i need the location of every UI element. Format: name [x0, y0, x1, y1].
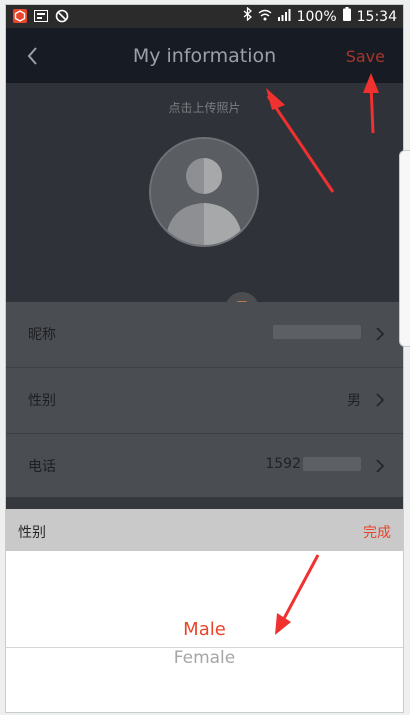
phone-value: 1592: [265, 456, 361, 472]
wifi-icon: [258, 8, 272, 26]
picker-title: 性别: [18, 525, 46, 541]
battery-percent: 100%: [296, 8, 337, 25]
gender-picker[interactable]: Male Female: [6, 551, 403, 712]
signal-icon: [277, 8, 291, 26]
nickname-value: [273, 324, 361, 340]
bluetooth-icon: [243, 6, 252, 26]
blocked-icon: [54, 8, 69, 23]
sim-card-icon: [33, 8, 48, 23]
upload-photo-hint[interactable]: 点击上传照片: [6, 99, 403, 116]
list-item-phone[interactable]: 电话 1592: [6, 434, 403, 500]
clock: 15:34: [356, 8, 397, 25]
status-bar: 100% 15:34: [6, 5, 403, 28]
page-title: My information: [132, 45, 277, 67]
save-button[interactable]: Save: [346, 47, 385, 66]
list-item-nickname[interactable]: 昵称: [6, 302, 403, 368]
avatar[interactable]: [149, 137, 259, 247]
profile-header: 点击上传照片: [6, 83, 403, 326]
redacted-value: [273, 325, 361, 339]
chevron-right-icon: [376, 327, 385, 341]
chevron-right-icon: [376, 393, 385, 407]
app-notification-icon: [12, 8, 27, 23]
nav-bar: My information Save: [6, 28, 403, 83]
phone-label: 电话: [28, 459, 56, 475]
list-item-gender[interactable]: 性别 男: [6, 368, 403, 434]
default-user-icon: [151, 139, 257, 245]
info-list: 昵称 性别 男 电话 1592: [6, 302, 403, 500]
chevron-right-icon: [376, 459, 385, 473]
done-button[interactable]: 完成: [363, 522, 391, 542]
redacted-value: [303, 457, 361, 471]
battery-icon: [342, 7, 351, 26]
picker-option-male[interactable]: Male: [6, 619, 403, 640]
picker-toolbar: 性别 完成: [6, 509, 403, 551]
gender-label: 性别: [28, 393, 56, 409]
dimmed-gap: [6, 497, 403, 509]
phone-screen: 100% 15:34 My information Save 点击上传照片 昵称…: [6, 5, 403, 712]
picker-option-female[interactable]: Female: [6, 648, 403, 668]
nickname-label: 昵称: [28, 327, 56, 343]
gender-value: 男: [347, 393, 361, 409]
edge-panel-handle[interactable]: [399, 150, 410, 347]
